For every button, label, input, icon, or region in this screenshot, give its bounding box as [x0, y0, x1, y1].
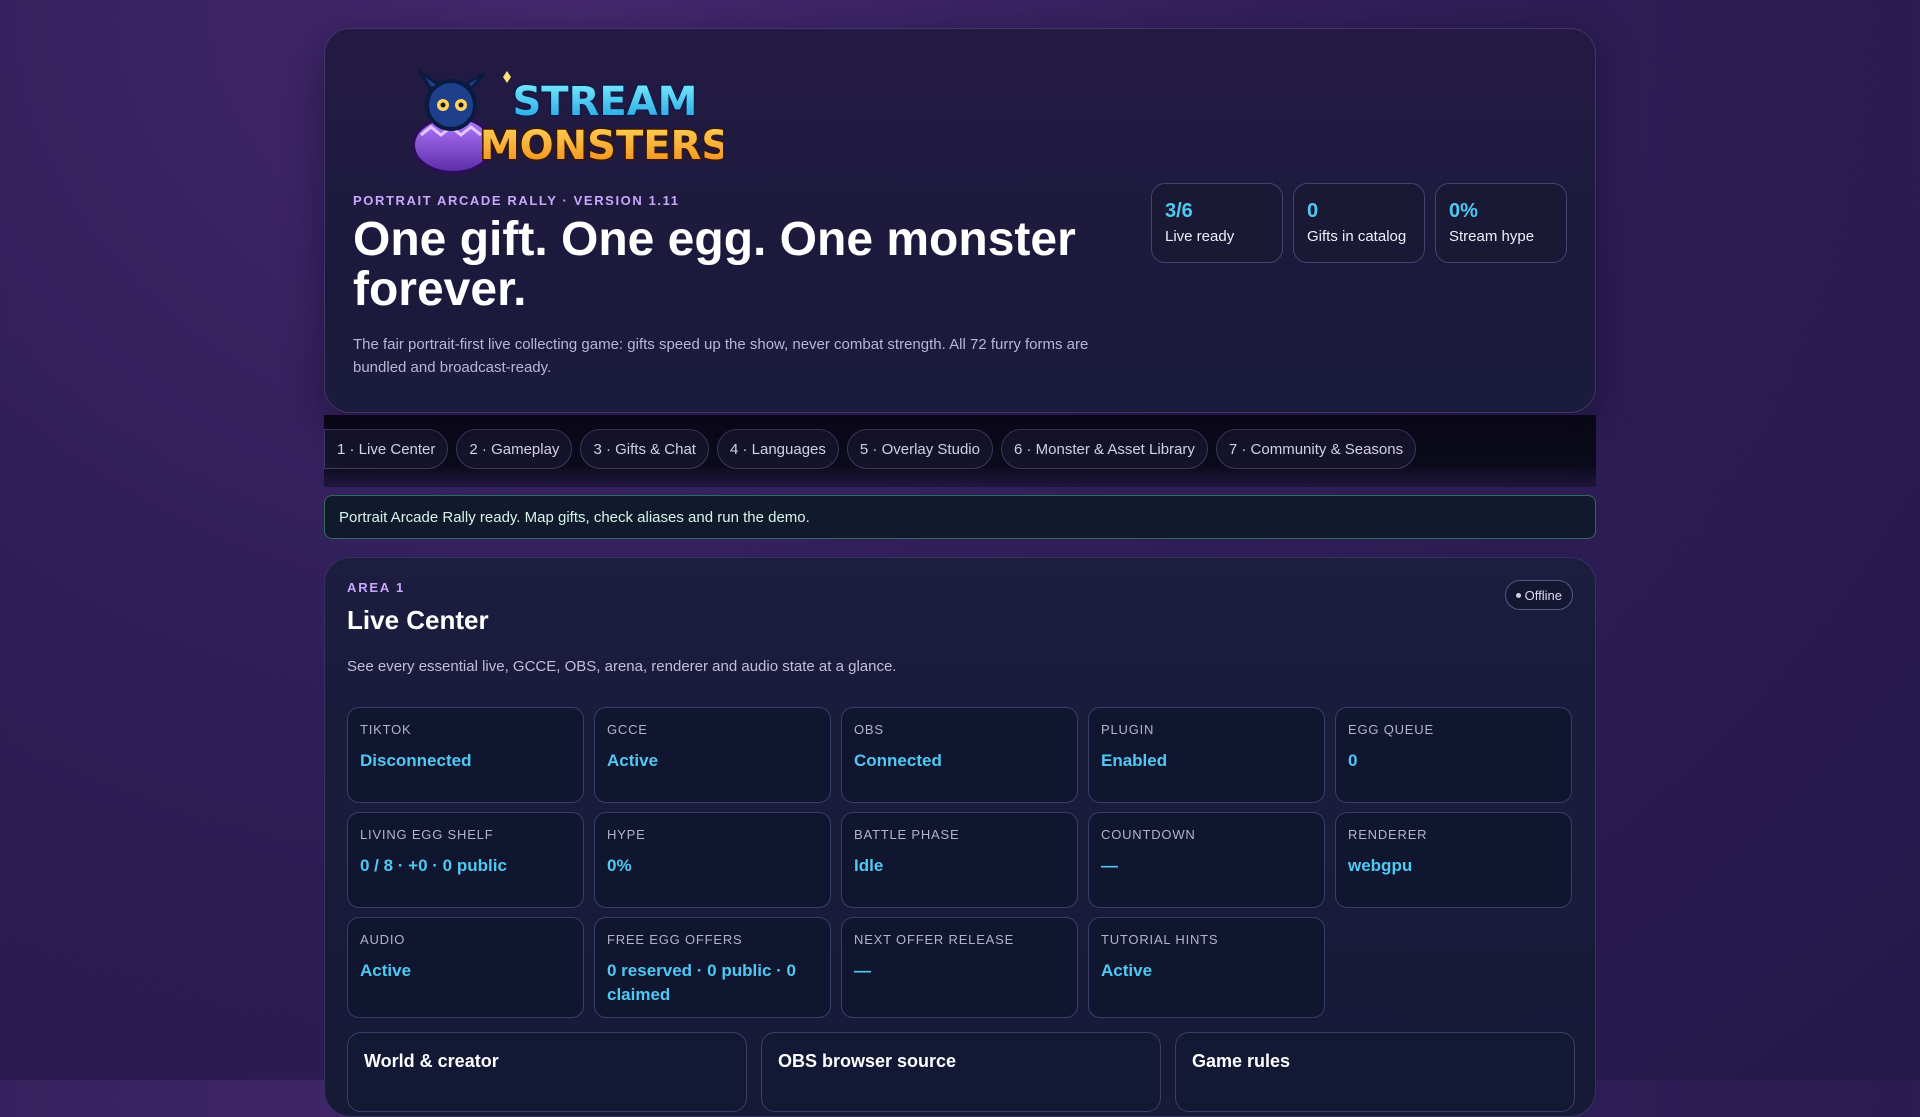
monster-egg-icon: STREAM MONSTERS — [411, 69, 732, 175]
status-card-value: Active — [1101, 961, 1153, 980]
hero-title: One gift. One egg. One monster forever. — [353, 213, 1076, 316]
status-card-value: Connected — [854, 751, 942, 770]
section-description: See every essential live, GCCE, OBS, are… — [347, 658, 897, 675]
status-card-countdown: COUNTDOWN — — [1088, 812, 1325, 908]
main-tabs: 1 · Live Center 2 · Gameplay 3 · Gifts &… — [324, 415, 1596, 487]
stat-value: 3/6 — [1165, 200, 1193, 222]
tab-languages[interactable]: 4 · Languages — [716, 429, 839, 469]
tab-live-center[interactable]: 1 · Live Center — [324, 429, 449, 469]
info-panels: World & creator OBS browser source Game … — [347, 1032, 1575, 1112]
status-card-value: 0 reserved · 0 public · 0 claimed — [607, 961, 796, 1004]
status-card-label: TUTORIAL HINTS — [1101, 932, 1219, 947]
tab-community-seasons[interactable]: 7 · Community & Seasons — [1215, 429, 1417, 469]
area-tag: AREA 1 — [347, 580, 405, 595]
status-card-value: Disconnected — [360, 751, 472, 770]
live-center-section: AREA 1 Live Center See every essential l… — [324, 557, 1596, 1117]
stat-value: 0 — [1307, 200, 1319, 222]
svg-text:MONSTERS: MONSTERS — [480, 123, 723, 169]
stat-label: Gifts in catalog — [1307, 228, 1407, 245]
status-card-value: webgpu — [1348, 856, 1413, 875]
hero-subtitle: The fair portrait-first live collecting … — [353, 336, 1089, 376]
status-card-label: TIKTOK — [360, 722, 412, 737]
status-card-egg-queue: EGG QUEUE 0 — [1335, 707, 1572, 803]
status-card-value: 0% — [607, 856, 632, 875]
status-card-tiktok: TIKTOK Disconnected — [347, 707, 584, 803]
status-card-label: RENDERER — [1348, 827, 1428, 842]
stat-live-ready: 3/6 Live ready — [1151, 183, 1283, 263]
version-eyebrow: PORTRAIT ARCADE RALLY · VERSION 1.11 — [353, 193, 680, 208]
status-card-renderer: RENDERER webgpu — [1335, 812, 1572, 908]
status-card-next-offer-release: NEXT OFFER RELEASE — — [841, 917, 1078, 1018]
status-card-value: Enabled — [1101, 751, 1168, 770]
status-card-free-egg-offers: FREE EGG OFFERS 0 reserved · 0 public · 0… — [594, 917, 831, 1018]
status-card-label: GCCE — [607, 722, 648, 737]
tab-gameplay[interactable]: 2 · Gameplay — [456, 429, 573, 469]
panel-world-creator: World & creator — [347, 1032, 747, 1112]
status-notice: Portrait Arcade Rally ready. Map gifts, … — [324, 495, 1596, 539]
status-card-value: Active — [360, 961, 412, 980]
status-card-gcce: GCCE Active — [594, 707, 831, 803]
stat-gifts-in-catalog: 0 Gifts in catalog — [1293, 183, 1425, 263]
tab-monster-asset-library[interactable]: 6 · Monster & Asset Library — [1000, 429, 1208, 469]
stats-row: 3/6 Live ready 0 Gifts in catalog 0% Str… — [1151, 183, 1567, 263]
status-card-value: — — [854, 961, 871, 980]
status-dot-icon — [1515, 592, 1521, 598]
status-card-value: — — [1101, 856, 1118, 875]
page-container: STREAM MONSTERS PORTRAIT ARCADE RALLY · … — [324, 28, 1596, 1117]
status-card-battle-phase: BATTLE PHASE Idle — [841, 812, 1078, 908]
stat-label: Stream hype — [1449, 228, 1535, 245]
status-card-value: 0 / 8 · +0 · 0 public — [360, 856, 507, 875]
status-card-plugin: PLUGIN Enabled — [1088, 707, 1325, 803]
offline-status-badge: Offline — [1504, 580, 1573, 610]
status-grid: TIKTOK Disconnected GCCE Active OBS Connect… — [347, 707, 1573, 1018]
status-card-label: AUDIO — [360, 932, 406, 947]
status-card-label: OBS — [854, 722, 884, 737]
tab-gifts-chat[interactable]: 3 · Gifts & Chat — [580, 429, 709, 469]
status-card-label: NEXT OFFER RELEASE — [854, 932, 1015, 947]
status-card-label: BATTLE PHASE — [854, 827, 960, 842]
status-card-value: 0 — [1348, 751, 1358, 770]
status-card-label: LIVING EGG SHELF — [360, 827, 494, 842]
status-card-hype: HYPE 0% — [594, 812, 831, 908]
panel-obs-browser-source: OBS browser source — [761, 1032, 1161, 1112]
status-card-value: Idle — [854, 856, 884, 875]
stat-stream-hype: 0% Stream hype — [1435, 183, 1567, 263]
stat-label: Live ready — [1165, 228, 1235, 245]
status-card-obs: OBS Connected — [841, 707, 1078, 803]
stream-monsters-logo: STREAM MONSTERS — [393, 67, 732, 175]
status-badge-label: Offline — [1524, 587, 1562, 603]
status-card-living-egg-shelf: LIVING EGG SHELF 0 / 8 · +0 · 0 public — [347, 812, 584, 908]
stat-value: 0% — [1449, 200, 1478, 222]
status-card-label: FREE EGG OFFERS — [607, 932, 743, 947]
section-title: Live Center — [347, 605, 489, 635]
status-card-label: HYPE — [607, 827, 646, 842]
status-card-label: PLUGIN — [1101, 722, 1155, 737]
svg-text:STREAM: STREAM — [513, 79, 698, 125]
panel-game-rules: Game rules — [1175, 1032, 1575, 1112]
status-card-label: EGG QUEUE — [1348, 722, 1434, 737]
status-card-audio: AUDIO Active — [347, 917, 584, 1018]
hero-card: STREAM MONSTERS PORTRAIT ARCADE RALLY · … — [324, 28, 1596, 413]
status-card-label: COUNTDOWN — [1101, 827, 1196, 842]
tab-overlay-studio[interactable]: 5 · Overlay Studio — [846, 429, 993, 469]
status-card-value: Active — [607, 751, 659, 770]
status-card-tutorial-hints: TUTORIAL HINTS Active — [1088, 917, 1325, 1018]
